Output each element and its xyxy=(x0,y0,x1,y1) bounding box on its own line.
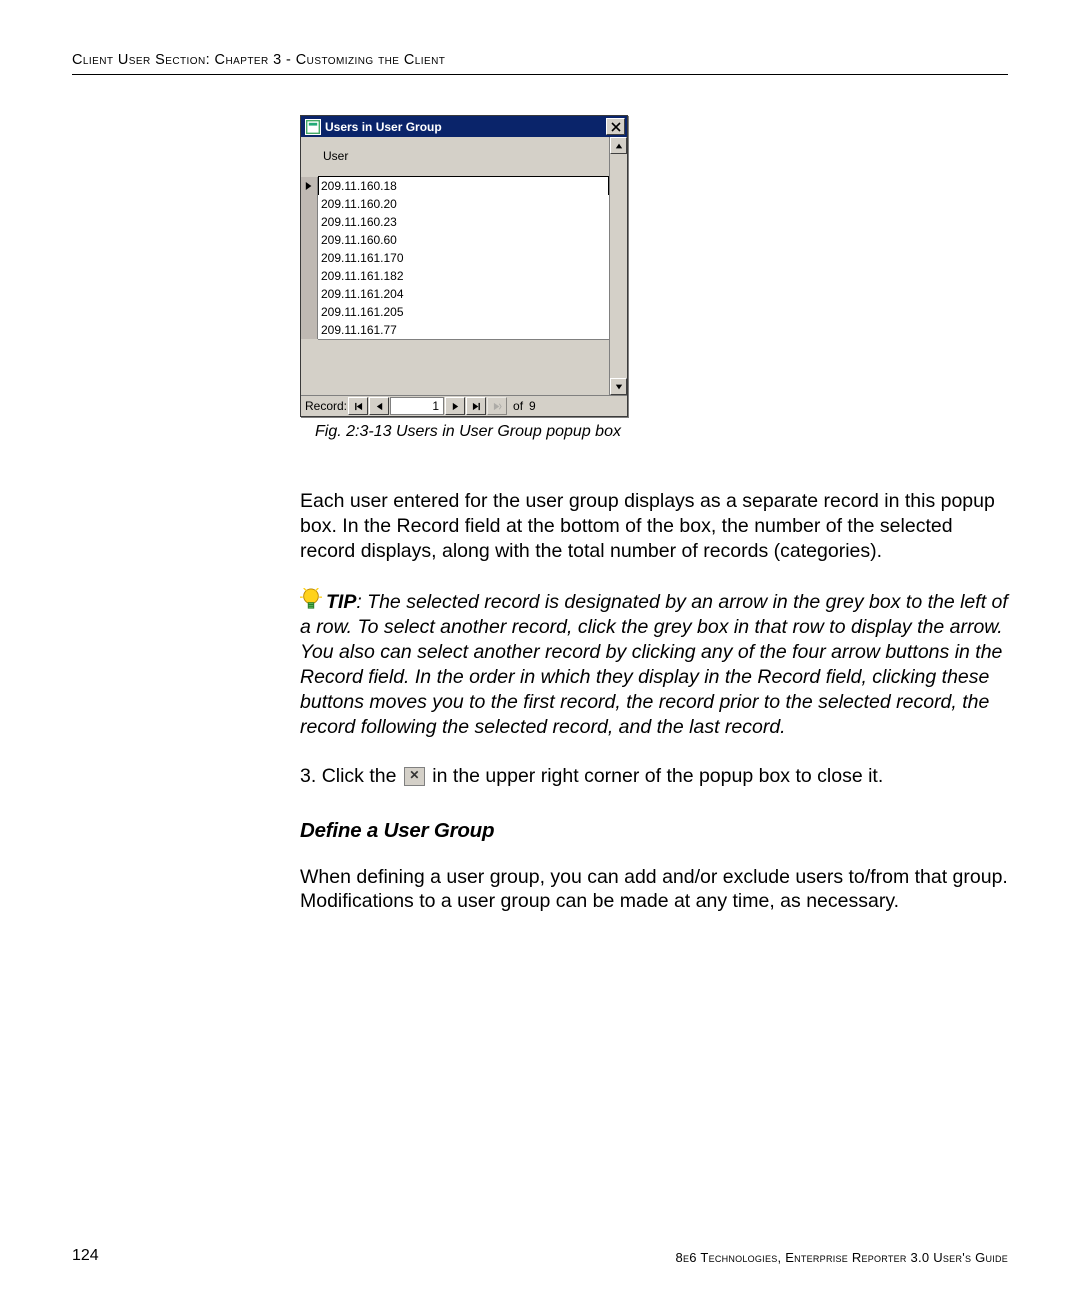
record-current-input[interactable]: 1 xyxy=(390,397,444,415)
row-selector[interactable] xyxy=(301,285,318,303)
user-cell[interactable]: 209.11.160.23 xyxy=(318,213,609,232)
table-row[interactable]: 209.11.160.20 xyxy=(301,195,609,213)
footer-text: 8e6 Technologies, Enterprise Reporter 3.… xyxy=(676,1250,1008,1265)
row-selector[interactable] xyxy=(301,231,318,249)
tip-label: TIP xyxy=(326,591,356,613)
tip-text: : The selected record is designated by a… xyxy=(300,591,1008,738)
record-navigator: Record: 1 xyxy=(301,395,627,416)
step-number: 3. xyxy=(300,765,316,787)
row-selector[interactable] xyxy=(301,249,318,267)
user-cell[interactable]: 209.11.161.170 xyxy=(318,249,609,268)
row-selector[interactable] xyxy=(301,213,318,231)
user-cell[interactable]: 209.11.160.60 xyxy=(318,231,609,250)
prev-record-button[interactable] xyxy=(369,397,389,415)
record-of-label: of xyxy=(513,399,523,413)
column-header-user: User xyxy=(301,145,609,177)
first-record-button[interactable] xyxy=(348,397,368,415)
close-button[interactable] xyxy=(606,118,625,135)
tip-block: TIP: The selected record is designated b… xyxy=(300,590,1008,740)
paragraph-2: When defining a user group, you can add … xyxy=(300,865,1008,915)
table-row[interactable]: 209.11.160.18 xyxy=(301,177,609,195)
popup-title: Users in User Group xyxy=(325,120,442,134)
lightbulb-icon xyxy=(300,588,322,612)
user-cell[interactable]: 209.11.161.77 xyxy=(318,321,609,340)
user-cell[interactable]: 209.11.160.18 xyxy=(318,176,609,196)
user-cell[interactable]: 209.11.161.182 xyxy=(318,267,609,286)
header-rule xyxy=(72,74,1008,75)
user-cell[interactable]: 209.11.160.20 xyxy=(318,195,609,214)
window-icon xyxy=(305,119,321,135)
step-3: 3. Click the ✕ in the upper right corner… xyxy=(300,764,1008,789)
table-row[interactable]: 209.11.161.170 xyxy=(301,249,609,267)
paragraph-1: Each user entered for the user group dis… xyxy=(300,489,1008,564)
table-row[interactable]: 209.11.161.182 xyxy=(301,267,609,285)
step-3-text-a: Click the xyxy=(322,765,402,787)
vertical-scrollbar[interactable] xyxy=(609,137,627,395)
record-total: 9 xyxy=(529,399,536,413)
scroll-up-button[interactable] xyxy=(610,137,627,154)
user-cell[interactable]: 209.11.161.204 xyxy=(318,285,609,304)
popup-titlebar: Users in User Group xyxy=(301,116,627,137)
row-selector[interactable] xyxy=(301,303,318,321)
new-record-button[interactable] xyxy=(487,397,507,415)
next-record-button[interactable] xyxy=(445,397,465,415)
heading-define-user-group: Define a User Group xyxy=(300,819,1008,843)
record-label: Record: xyxy=(305,399,347,413)
close-icon: ✕ xyxy=(404,767,425,786)
figure-popup-screenshot: Users in User Group User 209.11.160.1820… xyxy=(300,115,636,455)
table-row[interactable]: 209.11.161.204 xyxy=(301,285,609,303)
row-selector[interactable] xyxy=(301,321,318,339)
running-header: Client User Section: Chapter 3 - Customi… xyxy=(72,52,1008,68)
table-row[interactable]: 209.11.161.205 xyxy=(301,303,609,321)
row-selector[interactable] xyxy=(301,195,318,213)
user-cell[interactable]: 209.11.161.205 xyxy=(318,303,609,322)
row-selector[interactable] xyxy=(301,267,318,285)
table-row[interactable]: 209.11.160.23 xyxy=(301,213,609,231)
popup-window: Users in User Group User 209.11.160.1820… xyxy=(300,115,628,417)
page-number: 124 xyxy=(72,1247,99,1265)
figure-caption: Fig. 2:3-13 Users in User Group popup bo… xyxy=(300,423,636,441)
user-list-pane: User 209.11.160.18209.11.160.20209.11.16… xyxy=(301,137,609,395)
row-selector[interactable] xyxy=(301,177,318,195)
last-record-button[interactable] xyxy=(466,397,486,415)
step-3-text-b: in the upper right corner of the popup b… xyxy=(427,765,883,787)
table-row[interactable]: 209.11.161.77 xyxy=(301,321,609,339)
table-row[interactable]: 209.11.160.60 xyxy=(301,231,609,249)
scroll-down-button[interactable] xyxy=(610,378,627,395)
